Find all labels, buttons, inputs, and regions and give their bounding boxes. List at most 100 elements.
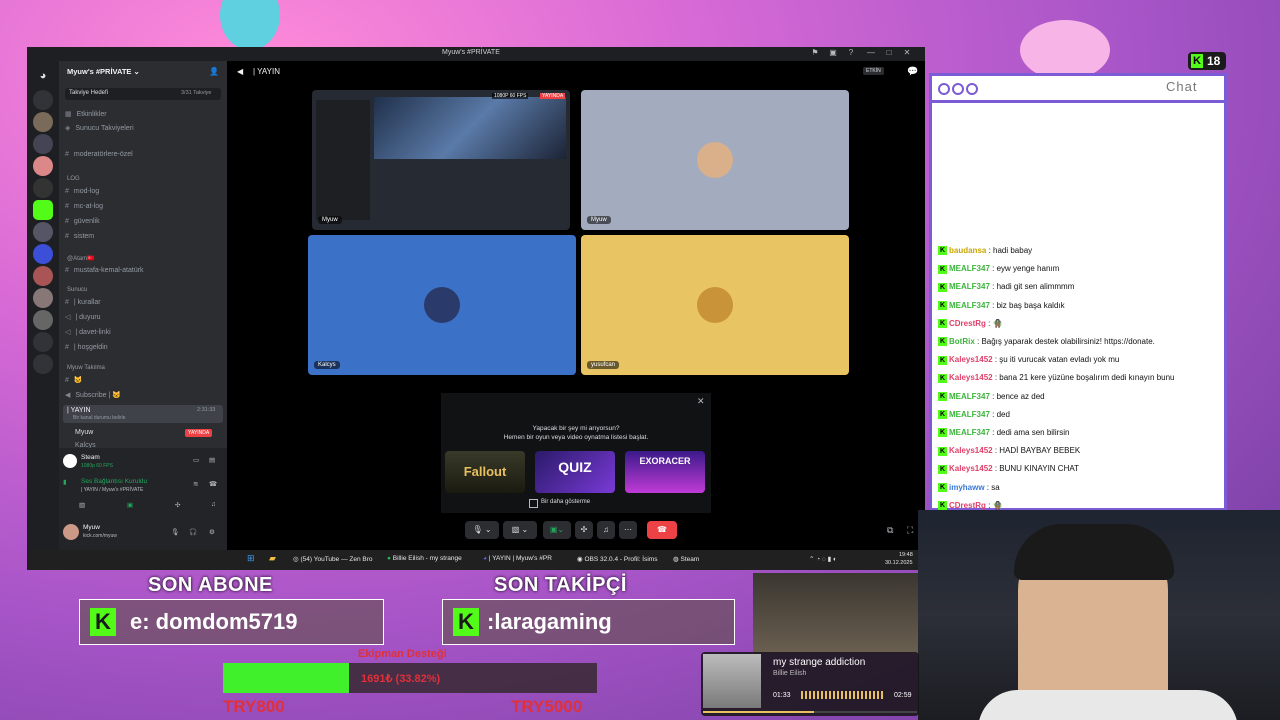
activity-icon[interactable]: ✣ [175, 501, 180, 509]
channel-item[interactable]: # güvenlik [65, 216, 100, 228]
game-card[interactable]: EXORACER [625, 451, 705, 493]
server-icon[interactable] [33, 266, 53, 286]
channel-item[interactable]: # | hoşgeldin [65, 342, 108, 354]
chat-username[interactable]: Kaleys1452 [949, 373, 993, 382]
channel-item[interactable]: ◁ | duyuru [65, 312, 101, 324]
waveform-icon[interactable]: ≋ [193, 480, 198, 488]
chat-username[interactable]: BotRix [949, 337, 975, 346]
more-button[interactable]: ⋯ [619, 521, 637, 539]
dont-show-checkbox[interactable] [529, 499, 538, 508]
chat-username[interactable]: baudansa [949, 246, 986, 255]
camera-off-icon[interactable]: ▧ [79, 501, 85, 509]
taskbar-item-spotify[interactable]: ● Billie Eilish - my strange [387, 555, 462, 562]
category-takilma[interactable]: Myuw Takılma [67, 365, 105, 371]
close-icon[interactable]: ✕ [901, 48, 913, 59]
add-server-icon[interactable] [33, 332, 53, 352]
voice-channel-active[interactable]: | YAYIN 2:31:33 Bir kanal durumu belirle [63, 405, 223, 423]
chat-username[interactable]: MEALF347 [949, 392, 990, 401]
channel-item[interactable]: ◀ Subscribe | 🐱 [65, 390, 121, 402]
chat-icon[interactable]: 💬 [907, 66, 918, 77]
game-card[interactable]: QUIZ [535, 451, 615, 493]
microphone-button[interactable]: 🎙 ⌄ [465, 521, 499, 539]
channel-item[interactable]: # mustafa-kemal-atatürk [65, 265, 144, 277]
category-log[interactable]: LOG [67, 176, 80, 182]
chat-username[interactable]: Kaleys1452 [949, 464, 993, 473]
taskbar-item-zen[interactable]: ◎ (54) YouTube — Zen Bro [293, 555, 373, 563]
close-icon[interactable]: ✕ [697, 396, 705, 407]
tray-icons[interactable]: ⌃ ◔ ◌ ▮ ◐ [809, 555, 837, 563]
game-card[interactable]: Fallout [445, 451, 525, 493]
server-icon[interactable] [33, 112, 53, 132]
server-icon[interactable] [33, 178, 53, 198]
kick-icon: K [453, 608, 479, 636]
help-icon[interactable]: ? [845, 48, 857, 59]
settings-icon[interactable]: ▤ [209, 456, 215, 464]
taskbar-item-discord[interactable]: ◕ | YAYIN | Myuw's #PR [483, 555, 552, 562]
inbox-icon[interactable]: ▣ [827, 48, 839, 59]
discover-icon[interactable] [33, 354, 53, 374]
chat-username[interactable]: CDrestRg [949, 501, 986, 510]
channel-item[interactable]: # mc-at-log [65, 201, 103, 213]
chat-username[interactable]: MEALF347 [949, 410, 990, 419]
chat-username[interactable]: MEALF347 [949, 282, 990, 291]
stream-tile-screen[interactable]: 1080P 60 FPS YAYINDA Myuw [312, 90, 570, 230]
popout-icon[interactable]: ⧉ [887, 525, 893, 536]
disconnect-icon[interactable]: ☎ [209, 480, 217, 488]
channel-item[interactable]: # | kurallar [65, 297, 101, 309]
activities-button[interactable]: ✣ [575, 521, 593, 539]
server-icon[interactable] [33, 200, 53, 220]
boost-goal-bar[interactable]: Takviye Hedefi 3/31 Takviye [65, 88, 221, 100]
chat-username[interactable]: imyhaww [949, 483, 985, 492]
screen-share-icon[interactable]: ▣ [127, 501, 133, 509]
fullscreen-icon[interactable]: ⛶ [907, 525, 913, 536]
camera-button[interactable]: ▧ ⌄ [503, 521, 537, 539]
avatar[interactable] [63, 524, 79, 540]
windows-start-icon[interactable]: ⊞ [247, 553, 255, 564]
soundboard-icon[interactable]: ♫ [211, 501, 216, 508]
active-badge[interactable]: ETKİN [863, 67, 884, 75]
category-ataturk[interactable]: @Atam🇹🇷 [67, 255, 95, 262]
minimize-icon[interactable]: — [865, 48, 877, 59]
discord-home-icon[interactable]: ◕ [33, 66, 53, 86]
stream-tile-user[interactable]: Kalcys [308, 235, 576, 375]
screen-share-button[interactable]: ▣⌄ [543, 521, 571, 539]
channel-item[interactable]: # sistem [65, 231, 94, 243]
channel-item[interactable]: # mod-log [65, 186, 99, 198]
taskbar-item-steam[interactable]: ◍ Steam [673, 555, 699, 563]
sidebar-item-events[interactable]: ▦ Etkinlikler [65, 109, 107, 121]
add-user-icon[interactable]: 👤 [209, 67, 219, 76]
stream-tile-user[interactable]: yusufcan [581, 235, 849, 375]
chat-username[interactable]: MEALF347 [949, 428, 990, 437]
screen-icon[interactable]: ▭ [193, 456, 199, 464]
chat-username[interactable]: CDrestRg [949, 319, 986, 328]
chat-username[interactable]: Kaleys1452 [949, 355, 993, 364]
server-icon[interactable] [33, 288, 53, 308]
soundboard-button[interactable]: ♫ [597, 521, 615, 539]
microphone-icon[interactable]: 🎙 [171, 528, 179, 536]
channel-item[interactable]: ◁ | davet-linki [65, 327, 111, 339]
taskbar-item-obs[interactable]: ◉ OBS 32.0.4 - Profil: İsims [577, 555, 657, 563]
chat-username[interactable]: Kaleys1452 [949, 446, 993, 455]
sidebar-item-boosts[interactable]: ◈ Sunucu Takviyeleri [65, 123, 134, 135]
server-icon[interactable] [33, 90, 53, 110]
server-icon[interactable] [33, 156, 53, 176]
gear-icon[interactable]: ⚙ [209, 528, 215, 536]
headphones-icon[interactable]: 🎧 [189, 528, 197, 536]
category-sunucu[interactable]: Sunucu [67, 287, 87, 293]
channel-mod[interactable]: # moderatörlere-özel [65, 149, 133, 161]
maximize-icon[interactable]: □ [883, 48, 895, 59]
stream-tile-user[interactable]: Myuw [581, 90, 849, 230]
channel-item[interactable]: # 🐱 [65, 375, 83, 387]
disconnect-button[interactable]: ☎ [647, 521, 677, 539]
server-icon[interactable] [33, 310, 53, 330]
server-icon[interactable] [33, 244, 53, 264]
flag-icon[interactable]: ⚑ [809, 48, 821, 59]
server-icon[interactable] [33, 134, 53, 154]
voice-user[interactable]: Myuw YAYINDA [75, 427, 221, 439]
chat-username[interactable]: MEALF347 [949, 301, 990, 310]
chat-username[interactable]: MEALF347 [949, 264, 990, 273]
window-dot-icon [938, 83, 950, 95]
server-name[interactable]: Myuw's #PRİVATE ⌄ [67, 67, 140, 76]
folder-icon[interactable]: ▰ [269, 553, 276, 564]
server-icon[interactable] [33, 222, 53, 242]
